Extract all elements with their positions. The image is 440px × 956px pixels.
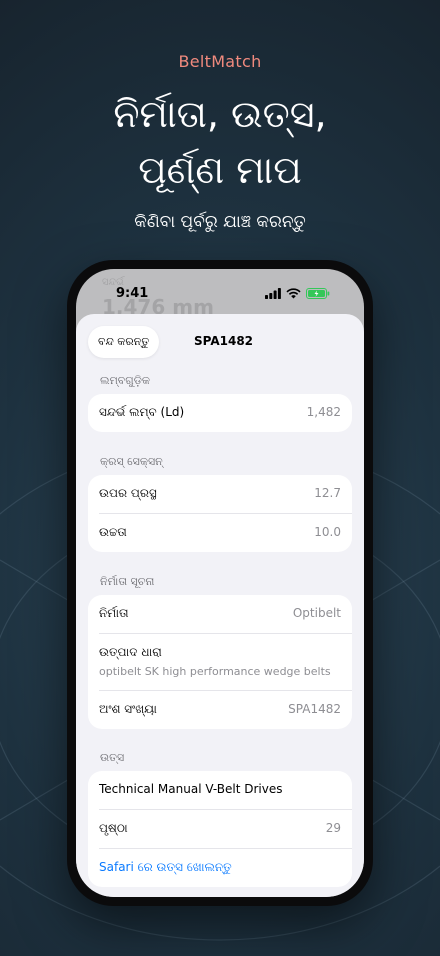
- row-height: ଉଚ୍ଚତା 10.0: [99, 514, 352, 552]
- manufacturer-value: Optibelt: [292, 606, 341, 620]
- reference-length-label: ସନ୍ଦର୍ଭ ଲମ୍ବ (Ld): [99, 405, 185, 419]
- sheet-title: SPA1482: [194, 334, 254, 348]
- manufacturer-label: ନିର୍ମାତା: [99, 606, 129, 620]
- top-width-value: 12.7: [314, 486, 341, 500]
- height-value: 10.0: [314, 525, 341, 539]
- close-button[interactable]: ବନ୍ଦ କରନ୍ତୁ: [88, 326, 160, 358]
- page-value: 29: [325, 821, 341, 835]
- row-part-number: ଅଂଶ ସଂଖ୍ୟା SPA1482: [99, 691, 352, 729]
- reference-length-value: 1,482: [306, 405, 341, 419]
- brand-name: BeltMatch: [178, 52, 262, 71]
- product-line-value: optibelt SK high performance wedge belts: [99, 665, 331, 678]
- row-source-document: Technical Manual V-Belt Drives: [99, 771, 352, 810]
- row-page: ପୃଷ୍ଠା 29: [99, 810, 352, 849]
- part-number-value: SPA1482: [288, 702, 341, 716]
- headline-line-2: ପୂର୍ଣ୍ଣ ମାପ: [138, 148, 302, 192]
- open-in-safari-link[interactable]: Safari ରେ ଉତ୍ସ ଖୋଲନ୍ତୁ: [99, 860, 232, 875]
- promo-subheadline: କିଣିବା ପୂର୍ବରୁ ଯାଞ୍ଚ କରନ୍ତୁ: [134, 212, 306, 232]
- section-header-source: ଉତ୍ସ: [100, 751, 125, 764]
- row-reference-length: ସନ୍ଦର୍ଭ ଲମ୍ବ (Ld) 1,482: [99, 394, 352, 432]
- battery-icon: [306, 288, 330, 299]
- product-line-label: ଉତ୍ପାଦ ଧାରା: [99, 645, 162, 659]
- headline-line-1: ନିର୍ମାତା, ଉତ୍ସ,: [113, 92, 327, 136]
- source-document: Technical Manual V-Belt Drives: [99, 782, 283, 796]
- cellular-signal-icon: [265, 288, 281, 299]
- card-cross-section: ଉପର ପ୍ରସ୍ଥ 12.7 ଉଚ୍ଚତା 10.0: [88, 475, 352, 552]
- top-width-label: ଉପର ପ୍ରସ୍ଥ: [99, 486, 157, 500]
- part-number-label: ଅଂଶ ସଂଖ୍ୟା: [99, 702, 157, 716]
- status-bar: 9:41: [76, 286, 364, 306]
- card-lengths: ସନ୍ଦର୍ଭ ଲମ୍ବ (Ld) 1,482: [88, 394, 352, 432]
- section-header-lengths: ଲମ୍ବଗୁଡ଼ିକ: [100, 374, 151, 387]
- section-header-manufacturer: ନିର୍ମାତା ସୂଚନା: [100, 575, 155, 588]
- detail-sheet: ବନ୍ଦ କରନ୍ତୁ SPA1482 ଲମ୍ବଗୁଡ଼ିକ ସନ୍ଦର୍ଭ ଲ…: [76, 314, 364, 897]
- row-top-width: ଉପର ପ୍ରସ୍ଥ 12.7: [99, 475, 352, 514]
- phone-screen: ସନ୍ଦର୍ଭ 1,476 mm 9:41 ବନ୍ଦ କରନ୍ତୁ SPA148…: [76, 269, 364, 897]
- status-time: 9:41: [116, 286, 149, 301]
- wifi-icon: [286, 288, 301, 299]
- card-manufacturer: ନିର୍ମାତା Optibelt ଉତ୍ପାଦ ଧାରା optibelt S…: [88, 595, 352, 729]
- card-source: Technical Manual V-Belt Drives ପୃଷ୍ଠା 29…: [88, 771, 352, 887]
- row-product-line: ଉତ୍ପାଦ ଧାରା optibelt SK high performance…: [99, 634, 352, 691]
- height-label: ଉଚ୍ଚତା: [99, 525, 127, 539]
- section-header-cross-section: କ୍ରସ୍ ସେକ୍ସନ୍: [100, 455, 163, 468]
- sheet-header: ବନ୍ଦ କରନ୍ତୁ SPA1482: [76, 326, 364, 358]
- page-label: ପୃଷ୍ଠା: [99, 821, 128, 835]
- row-manufacturer: ନିର୍ମାତା Optibelt: [99, 595, 352, 634]
- row-open-source[interactable]: Safari ରେ ଉତ୍ସ ଖୋଲନ୍ତୁ: [99, 849, 352, 887]
- status-icons: [265, 288, 330, 299]
- phone-frame: ସନ୍ଦର୍ଭ 1,476 mm 9:41 ବନ୍ଦ କରନ୍ତୁ SPA148…: [67, 260, 373, 906]
- promo-headline: ନିର୍ମାତା, ଉତ୍ସ, ପୂର୍ଣ୍ଣ ମାପ: [0, 86, 440, 198]
